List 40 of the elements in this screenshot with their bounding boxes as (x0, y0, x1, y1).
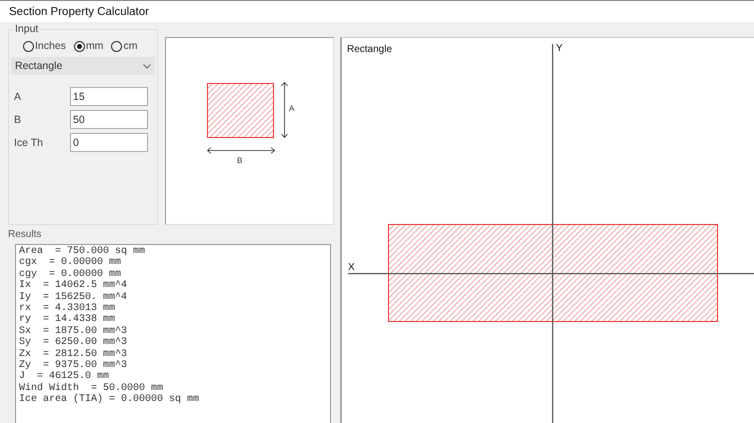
result-line: Zy = 9375.00 mm^3 (19, 360, 128, 372)
unit-radio[interactable]: Inches (23, 40, 66, 52)
rectangle-drawing (207, 83, 275, 139)
result-line: Area = 750.000 sq mm (19, 246, 146, 258)
result-line: Sx = 1875.00 mm^3 (19, 326, 128, 337)
dimension-label: A (289, 104, 294, 113)
result-line: cgy = 0.00000 mm (19, 268, 122, 280)
result-line: J = 46125.0 mm (19, 371, 110, 382)
dimension-label: B (237, 156, 242, 165)
input-field[interactable]: 0 (70, 133, 148, 152)
result-line: ry = 14.4338 mm (19, 314, 116, 326)
result-line: cgx = 0.00000 mm (19, 257, 122, 269)
results-label: Results (8, 229, 42, 240)
axis-label: X (348, 262, 355, 273)
result-line: rx = 4.33013 mm (19, 303, 116, 314)
width-dimension-arrow (207, 147, 275, 154)
result-line: Ix = 14062.5 mm^4 (19, 280, 128, 292)
field-label: B (14, 114, 22, 126)
field-label: Ice Th (14, 136, 44, 148)
unit-radio[interactable]: cm (111, 40, 138, 52)
result-line: Zx = 2812.50 mm^3 (19, 348, 128, 360)
shape-dropdown[interactable]: Rectangle (11, 57, 155, 75)
chevron-icon (143, 64, 151, 68)
input-field[interactable]: 50 (70, 110, 148, 129)
results-textbox[interactable] (15, 244, 331, 423)
input-field[interactable]: 15 (70, 87, 148, 106)
height-dimension-arrow (281, 82, 288, 138)
unit-radio[interactable]: mm (74, 40, 104, 52)
radio-label: Inches (35, 40, 66, 52)
field-label: A (14, 90, 22, 102)
radio-label: mm (86, 40, 104, 52)
result-line: Ice area (TIA) = 0.00000 sq mm (19, 394, 200, 406)
radio-label: cm (123, 40, 138, 52)
result-line: Sy = 6250.00 mm^3 (19, 337, 128, 349)
group-title: Input (14, 24, 40, 35)
canvas-title: Rectangle (347, 44, 392, 55)
axis-label: Y (556, 43, 563, 54)
result-line: Wind Width = 50.0000 mm (19, 382, 164, 394)
result-line: Iy = 156250. mm^4 (19, 292, 128, 303)
dropdown-value: Rectangle (15, 60, 62, 72)
